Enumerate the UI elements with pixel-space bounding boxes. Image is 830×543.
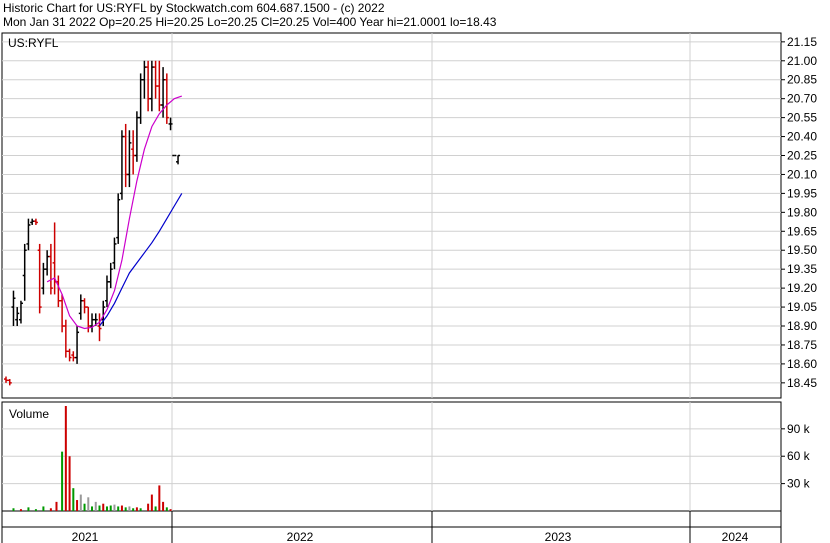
ohlc-bar — [104, 275, 109, 308]
volume-bar — [120, 505, 123, 511]
ohlc-bar — [112, 237, 117, 270]
price-tick-label: 20.40 — [787, 130, 817, 144]
volume-bar — [79, 494, 82, 511]
price-tick-label: 20.25 — [787, 149, 817, 163]
volume-bar — [162, 501, 165, 511]
ohlc-bar — [56, 275, 61, 308]
volume-bar — [102, 503, 105, 511]
price-tick-label: 20.55 — [787, 111, 817, 125]
ohlc-bar — [71, 351, 76, 362]
ohlc-bar — [11, 290, 16, 327]
price-tick-label: 19.35 — [787, 262, 817, 276]
volume-bar — [128, 506, 131, 511]
ohlc-bar — [7, 379, 12, 386]
ohlc-bar — [127, 130, 132, 188]
ohlc-bar — [45, 250, 50, 276]
stock-chart: Historic Chart for US:RYFL by Stockwatch… — [0, 0, 830, 543]
ohlc-bar — [18, 300, 23, 324]
price-tick-label: 20.10 — [787, 167, 817, 181]
volume-bar — [98, 505, 101, 511]
volume-bar — [139, 508, 142, 511]
ohlc-bar — [119, 130, 124, 200]
volume-tick-label: 30 k — [787, 477, 811, 491]
price-tick-label: 19.20 — [787, 281, 817, 295]
volume-bar — [76, 500, 79, 511]
ohlc-bar — [33, 218, 38, 225]
ohlc-bar — [176, 154, 181, 165]
year-label: 2023 — [545, 530, 572, 543]
ohlc-bar — [41, 262, 46, 295]
price-tick-label: 19.80 — [787, 205, 817, 219]
ohlc-bar — [22, 243, 27, 301]
volume-bar — [42, 506, 45, 511]
volume-tick-label: 60 k — [787, 449, 811, 463]
ohlc-bar — [146, 60, 151, 112]
price-tick-label: 20.85 — [787, 73, 817, 87]
ohlc-bar — [67, 348, 72, 362]
year-label: 2024 — [722, 530, 749, 543]
volume-bar — [169, 509, 172, 511]
ohlc-bar — [30, 218, 35, 225]
volume-bar — [150, 494, 153, 511]
chart-svg: 21.15 21.00 20.85 20.70 20.55 20.40 20.25 20.10… — [1, 32, 817, 543]
volume-bar — [105, 506, 108, 511]
ohlc-bar — [63, 319, 68, 358]
volume-bar — [158, 485, 161, 511]
volume-bar — [27, 507, 30, 511]
year-label: 2021 — [72, 530, 99, 543]
ohlc-bar — [116, 193, 121, 244]
volume-bar — [87, 497, 90, 511]
volume-bar — [124, 507, 127, 511]
volume-bar — [64, 406, 67, 511]
ohlc-bar — [149, 60, 154, 112]
ohlc-bar — [37, 243, 42, 314]
volume-bar — [109, 505, 112, 511]
ohlc-bar — [52, 222, 57, 295]
ohlc-bar — [108, 262, 113, 289]
ohlc-bar — [157, 60, 162, 112]
volume-bar — [91, 506, 94, 511]
volume-bar — [94, 501, 97, 511]
volume-bar — [132, 508, 135, 511]
volume-bar — [135, 507, 138, 511]
ohlc-bar — [26, 218, 31, 251]
price-tick-label: 19.95 — [787, 186, 817, 200]
moving-average-long-line — [99, 193, 183, 327]
volume-bar — [165, 507, 168, 511]
ohlc-bar — [82, 298, 87, 314]
volume-bar — [154, 506, 157, 511]
volume-bar — [12, 508, 15, 511]
price-tick-label: 18.75 — [787, 338, 817, 352]
price-tick-label: 18.60 — [787, 357, 817, 371]
price-tick-label: 21.00 — [787, 54, 817, 68]
symbol-label: US:RYFL — [8, 36, 59, 50]
price-tick-label: 19.65 — [787, 224, 817, 238]
volume-bar — [19, 509, 22, 511]
volume-bar — [55, 501, 58, 511]
price-tick-label: 20.70 — [787, 92, 817, 106]
volume-bar — [83, 503, 86, 511]
volume-bar — [147, 503, 150, 511]
volume-tick-label: 90 k — [787, 422, 811, 436]
volume-label: Volume — [9, 407, 49, 421]
price-tick-label: 19.50 — [787, 243, 817, 257]
volume-bar — [117, 506, 120, 511]
year-label: 2022 — [287, 530, 314, 543]
ohlc-bar — [97, 313, 102, 342]
volume-bar — [49, 508, 52, 511]
price-tick-label: 18.90 — [787, 319, 817, 333]
price-tick-label: 18.45 — [787, 376, 817, 390]
volume-bar — [68, 456, 71, 511]
volume-bar — [34, 509, 37, 511]
volume-bar — [113, 504, 116, 511]
ohlc-bar — [15, 307, 20, 327]
price-tick-label: 21.15 — [787, 35, 817, 49]
price-tick-label: 19.05 — [787, 300, 817, 314]
ohlc-bar — [4, 376, 8, 383]
volume-bar — [72, 488, 75, 511]
ohlc-bar — [90, 313, 95, 333]
volume-bar — [61, 451, 64, 511]
